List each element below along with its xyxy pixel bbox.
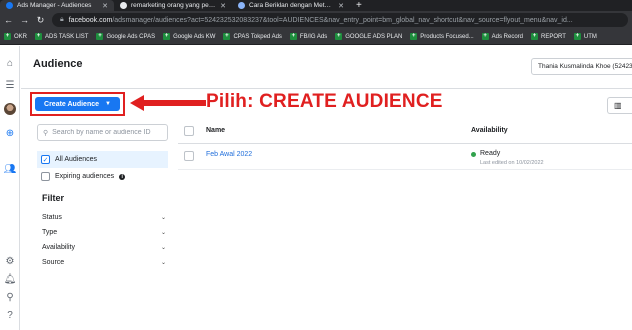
- create-audience-highlight: Create Audience ▼: [30, 92, 125, 116]
- bookmark-ads-record[interactable]: + Ads Record: [481, 33, 523, 40]
- info-icon[interactable]: i: [119, 173, 126, 180]
- filter-expiring-audiences[interactable]: Expiring audiences i: [37, 168, 168, 185]
- annotation-arrow-icon: [130, 95, 206, 111]
- option-label: All Audiences: [55, 156, 98, 163]
- audience-table: Name Availability Feb Awal 2022 Ready La…: [178, 120, 632, 330]
- filter-availability-dropdown[interactable]: Availability ⌄: [42, 240, 166, 254]
- table-header: Name Availability: [178, 120, 632, 144]
- bookmark-google-ads-cpas[interactable]: + Google Ads CPAS: [96, 33, 155, 40]
- chevron-down-icon: ⌄: [160, 244, 166, 251]
- row-checkbox[interactable]: [184, 151, 194, 161]
- close-tab-icon[interactable]: ✕: [338, 2, 344, 10]
- checkbox-checked-icon[interactable]: ✓: [41, 155, 50, 164]
- bookmark-icon: +: [4, 33, 11, 40]
- help-icon[interactable]: ?: [3, 308, 17, 322]
- filter-all-audiences[interactable]: ✓ All Audiences: [37, 151, 168, 168]
- bookmark-icon: +: [289, 33, 297, 40]
- audiences-people-icon[interactable]: 👥︎: [3, 162, 17, 176]
- bookmark-icon: +: [481, 33, 489, 40]
- column-header-availability[interactable]: Availability: [471, 127, 508, 134]
- avatar[interactable]: [3, 102, 17, 116]
- filter-source-dropdown[interactable]: Source ⌄: [42, 255, 166, 269]
- column-view-toggle[interactable]: ▥: [607, 97, 632, 114]
- checkbox[interactable]: [41, 172, 50, 181]
- bookmark-ads-task-list[interactable]: + ADS TASK LIST: [35, 33, 88, 40]
- bookmark-icon: +: [163, 33, 171, 40]
- chevron-down-icon: ⌄: [160, 229, 166, 236]
- search-icon: ⚲: [43, 129, 49, 137]
- chevron-down-icon: ⌄: [160, 259, 166, 266]
- reload-icon[interactable]: ↻: [36, 15, 45, 26]
- close-tab-icon[interactable]: ✕: [220, 2, 226, 10]
- page-favicon-icon: [238, 2, 245, 9]
- notifications-bell-icon[interactable]: 🔔︎: [3, 272, 17, 286]
- left-nav-rail: ⌂ ☰ ⊕ 👥︎ ⚙ 🔔︎ ⚲ ?: [0, 46, 20, 330]
- back-arrow-icon[interactable]: ←: [4, 15, 13, 25]
- bookmark-google-ads-plan[interactable]: + GOOGLE ADS PLAN: [335, 33, 402, 40]
- tab-title: remarketing orang yang pernah: [131, 2, 217, 9]
- column-header-name[interactable]: Name: [206, 127, 225, 134]
- search-input[interactable]: [52, 129, 163, 136]
- tab-title: Cara Beriklan dengan Metode Re: [249, 2, 335, 9]
- bookmark-icon: +: [335, 33, 343, 40]
- browser-tab-bar: Ads Manager - Audiences ✕ remarketing or…: [0, 0, 632, 11]
- bookmark-cpas-tokped-ads[interactable]: + CPAS Tokped Ads: [223, 33, 282, 40]
- url-field[interactable]: 🔒︎ facebook.com/adsmanager/audiences?act…: [52, 13, 628, 27]
- option-label: Expiring audiences: [55, 173, 115, 180]
- audience-filter-panel: ⚲ ✓ All Audiences Expiring audiences i F…: [33, 120, 173, 330]
- annotation-text: Pilih: CREATE AUDIENCE: [206, 91, 443, 112]
- search-icon[interactable]: ⚲: [3, 290, 17, 304]
- tab-ads-manager[interactable]: Ads Manager - Audiences ✕: [0, 0, 114, 11]
- bookmark-icon: +: [573, 33, 581, 40]
- columns-icon: ▥: [614, 101, 622, 110]
- filter-type-dropdown[interactable]: Type ⌄: [42, 225, 166, 239]
- lock-icon: 🔒︎: [60, 16, 64, 23]
- google-favicon-icon: [120, 2, 127, 9]
- bookmark-icon: +: [410, 33, 418, 40]
- search-box[interactable]: ⚲: [37, 124, 168, 141]
- audience-name-link[interactable]: Feb Awal 2022: [206, 151, 252, 158]
- chevron-down-icon: ⌄: [160, 214, 166, 221]
- chevron-down-icon: ▼: [105, 101, 111, 107]
- menu-icon[interactable]: ☰: [3, 78, 17, 92]
- bookmark-icon: +: [96, 33, 104, 40]
- bookmark-okr[interactable]: + OKR: [4, 33, 27, 40]
- home-icon[interactable]: ⌂: [3, 56, 17, 70]
- address-bar-row: ← → ↻ 🔒︎ facebook.com/adsmanager/audienc…: [0, 11, 632, 29]
- bookmark-utm[interactable]: + UTM: [573, 33, 597, 40]
- forward-arrow-icon[interactable]: →: [20, 15, 29, 25]
- page-title: Audience: [33, 58, 83, 70]
- bookmarks-bar: + OKR + ADS TASK LIST + Google Ads CPAS + Go…: [0, 29, 632, 45]
- bookmark-icon: +: [223, 33, 231, 40]
- add-circle-icon[interactable]: ⊕: [3, 126, 17, 140]
- bookmark-icon: +: [531, 33, 539, 40]
- account-selector[interactable]: Thania Kusmalinda Khoe (52423: [531, 58, 632, 75]
- filter-heading: Filter: [42, 193, 65, 203]
- status-text: Ready: [480, 150, 501, 157]
- filter-status-dropdown[interactable]: Status ⌄: [42, 210, 166, 224]
- url-path: /adsmanager/audiences?act=52423253208323…: [112, 16, 573, 24]
- bookmark-icon: +: [35, 33, 43, 40]
- create-audience-label: Create Audience: [44, 100, 100, 108]
- tab-cara-beriklan[interactable]: Cara Beriklan dengan Metode Re ✕: [232, 0, 350, 11]
- close-tab-icon[interactable]: ✕: [102, 2, 108, 10]
- last-edited-text: Last edited on 10/02/2022: [480, 160, 544, 166]
- bookmark-products-focused[interactable]: + Products Focused...: [410, 33, 474, 40]
- tab-remarketing[interactable]: remarketing orang yang pernah ✕: [114, 0, 232, 11]
- bookmark-report[interactable]: + REPORT: [531, 33, 566, 40]
- avatar-image: [4, 103, 16, 115]
- bookmark-google-ads-kw[interactable]: + Google Ads KW: [163, 33, 215, 40]
- facebook-favicon-icon: [6, 2, 13, 9]
- bookmark-fb-ig-ads[interactable]: + FB/IG Ads: [289, 33, 327, 40]
- toolbar: Create Audience ▼ Pilih: CREATE AUDIENCE…: [21, 89, 632, 119]
- tab-title: Ads Manager - Audiences: [17, 2, 92, 9]
- status-ready-dot-icon: [471, 152, 476, 157]
- create-audience-button[interactable]: Create Audience ▼: [35, 97, 120, 111]
- new-tab-button[interactable]: +: [350, 0, 368, 11]
- page-header: Audience Thania Kusmalinda Khoe (52423: [21, 46, 632, 89]
- url-host: facebook.com: [68, 16, 113, 24]
- table-row[interactable]: Feb Awal 2022 Ready Last edited on 10/02…: [178, 145, 632, 170]
- settings-gear-icon[interactable]: ⚙: [3, 254, 17, 268]
- select-all-checkbox[interactable]: [184, 126, 194, 136]
